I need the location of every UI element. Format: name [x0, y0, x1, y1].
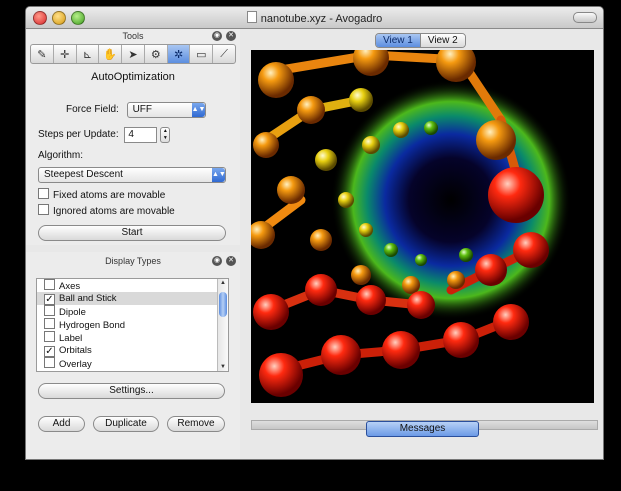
steps-row: Steps per Update: 4 ▲ ▼ [38, 127, 171, 143]
list-item[interactable]: Dipole [37, 305, 228, 318]
bond-centric-icon[interactable]: ⚙ [145, 45, 168, 63]
start-button[interactable]: Start [38, 225, 226, 241]
list-item[interactable]: Label [37, 331, 228, 344]
steps-input[interactable]: 4 [124, 127, 158, 143]
list-scrollbar[interactable]: ▲ ▼ [217, 279, 228, 371]
document-icon [246, 11, 257, 23]
tools-panel: Tools ◉ ✕ ✎ ✛ ⊾ ✋ ➤ ⚙ ✲ ▭ ⟋ AutoOptimiza… [26, 29, 240, 245]
fixed-atoms-row[interactable]: Fixed atoms are movable [38, 188, 165, 201]
scroll-down-icon[interactable]: ▼ [220, 364, 226, 370]
float-panel-icon[interactable]: ◉ [212, 31, 222, 41]
align-icon[interactable]: ▭ [190, 45, 214, 63]
close-panel-icon[interactable]: ✕ [226, 256, 236, 266]
view-tabs: View 1 View 2 [375, 33, 466, 48]
overlay-checkbox[interactable] [44, 357, 55, 368]
ball-and-stick-checkbox[interactable]: ✓ [44, 294, 55, 305]
fixed-atoms-checkbox[interactable] [38, 188, 49, 199]
window-title: nanotube.xyz - Avogadro [26, 11, 603, 25]
force-field-label: Force Field: [66, 104, 119, 115]
algorithm-label: Algorithm: [38, 150, 84, 161]
dipole-checkbox[interactable] [44, 305, 55, 316]
orbitals-checkbox[interactable]: ✓ [44, 346, 55, 357]
force-field-select[interactable]: UFF ▲▼ [126, 102, 206, 118]
force-field-row: Force Field: UFF ▲▼ [66, 102, 206, 118]
title-bar[interactable]: nanotube.xyz - Avogadro [26, 7, 603, 29]
chevron-updown-icon: ▲▼ [191, 103, 205, 117]
label-checkbox[interactable] [44, 331, 55, 342]
tools-header: Tools ◉ ✕ [26, 29, 240, 44]
hydrogen-bond-checkbox[interactable] [44, 318, 55, 329]
settings-button[interactable]: Settings... [38, 383, 225, 399]
algorithm-row: Steepest Descent ▲▼ [38, 167, 226, 183]
list-item[interactable]: Hydrogen Bond [37, 318, 228, 331]
pencil-icon[interactable]: ✎ [31, 45, 54, 63]
manipulate-icon[interactable]: ✋ [99, 45, 123, 63]
display-types-list[interactable]: Axes ✓ Ball and Stick Dipole Hydrogen Bon… [36, 278, 229, 372]
list-item[interactable]: Axes [37, 279, 228, 292]
messages-button[interactable]: Messages [366, 421, 479, 437]
list-item[interactable]: ✓ Ball and Stick [37, 292, 228, 305]
scroll-thumb[interactable] [219, 292, 227, 317]
autooptimize-icon[interactable]: ✲ [167, 45, 191, 63]
avogadro-window: nanotube.xyz - Avogadro Tools ◉ ✕ ✎ ✛ ⊾ … [25, 6, 604, 460]
list-item[interactable]: ✓ Orbitals [37, 344, 228, 357]
steps-label: Steps per Update: [38, 129, 119, 140]
ignored-atoms-checkbox[interactable] [38, 204, 49, 215]
nanotube-rendering [251, 50, 594, 403]
remove-button[interactable]: Remove [167, 416, 225, 432]
tool-section-title: AutoOptimization [91, 71, 175, 83]
list-item[interactable]: Overlay [37, 357, 228, 370]
display-types-panel: Display Types ◉ ✕ Axes ✓ Ball and Stick D… [26, 252, 240, 459]
toolbar-toggle-button[interactable] [573, 12, 597, 23]
chevron-updown-icon: ▲▼ [212, 168, 226, 182]
measure-icon[interactable]: ⊾ [77, 45, 100, 63]
scroll-up-icon[interactable]: ▲ [220, 280, 226, 286]
tab-view-2[interactable]: View 2 [420, 34, 465, 47]
algorithm-select[interactable]: Steepest Descent ▲▼ [38, 167, 226, 183]
select-icon[interactable]: ➤ [122, 45, 145, 63]
add-button[interactable]: Add [38, 416, 85, 432]
ignored-atoms-row[interactable]: Ignored atoms are movable [38, 204, 175, 217]
axes-checkbox[interactable] [44, 279, 55, 290]
display-types-header: Display Types ◉ ✕ [26, 254, 240, 269]
duplicate-button[interactable]: Duplicate [93, 416, 159, 432]
float-panel-icon[interactable]: ◉ [212, 256, 222, 266]
close-panel-icon[interactable]: ✕ [226, 31, 236, 41]
tool-toolbar: ✎ ✛ ⊾ ✋ ➤ ⚙ ✲ ▭ ⟋ [30, 44, 236, 64]
molecule-viewport[interactable] [251, 50, 594, 403]
steps-stepper[interactable]: ▲ ▼ [160, 127, 171, 143]
tab-view-1[interactable]: View 1 [376, 34, 421, 47]
ruler-icon[interactable]: ⟋ [213, 45, 235, 63]
navigate-icon[interactable]: ✛ [54, 45, 77, 63]
